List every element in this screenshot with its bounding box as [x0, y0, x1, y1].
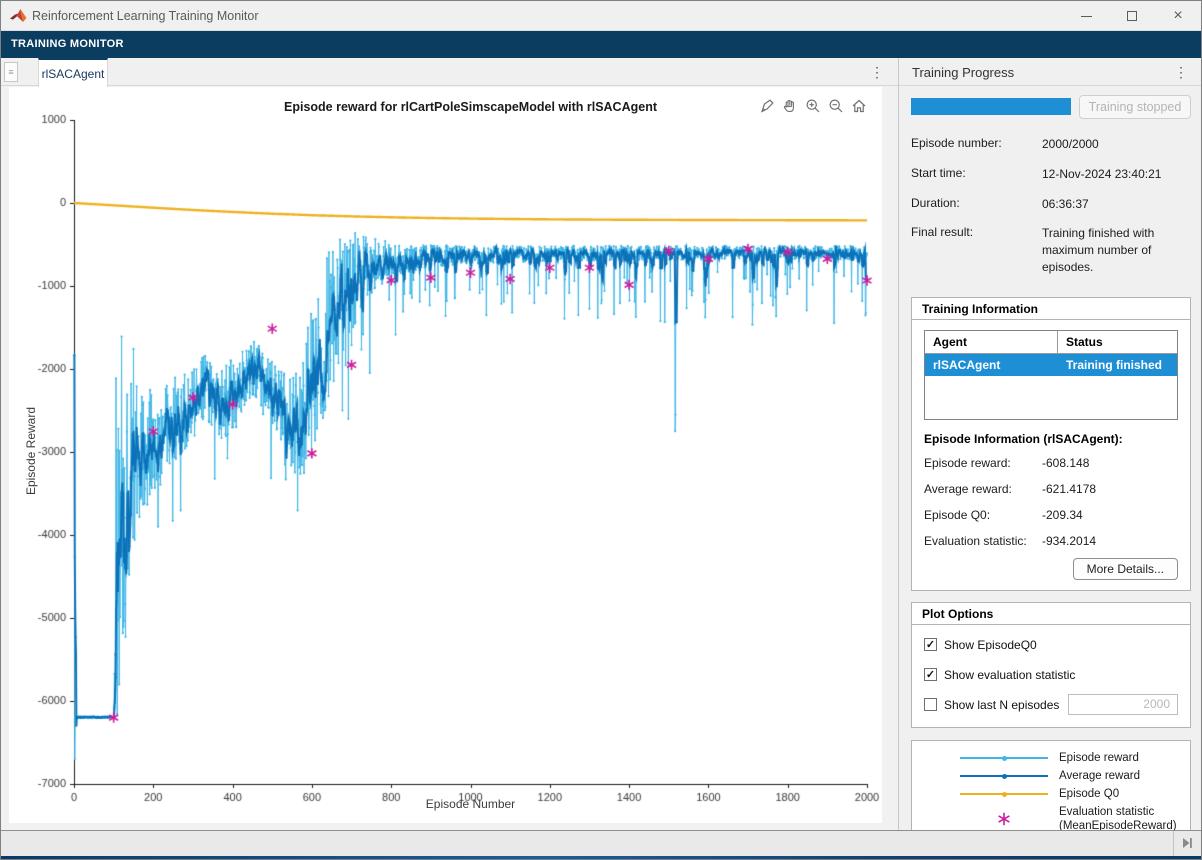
ribbon-tab-training-monitor[interactable]: TRAINING MONITOR [11, 38, 124, 50]
field-value: -209.34 [1042, 508, 1178, 522]
agent-table: Agent Status rlSACAgent Training finishe… [924, 330, 1178, 420]
checkbox-label: Show evaluation statistic [944, 668, 1075, 682]
last-n-episodes-input[interactable] [1068, 694, 1178, 715]
window-title: Reinforcement Learning Training Monitor [32, 9, 259, 23]
col-header-agent: Agent [925, 331, 1058, 354]
legend-card: Episode reward Average reward Episode Q0 Ev… [911, 740, 1191, 830]
legend-item: Evaluation statistic(MeanEpisodeReward) [912, 805, 1190, 830]
legend-item: Episode Q0 [912, 787, 1190, 802]
legend-line-sample [958, 757, 1050, 759]
chart-title: Episode reward for rlCartPoleSimscapeMod… [74, 100, 867, 114]
tab-list-icon[interactable]: ≡ [4, 62, 18, 82]
field-value: -621.4178 [1042, 482, 1178, 496]
field-label: Episode Q0: [924, 508, 1042, 522]
pan-hand-icon[interactable] [780, 96, 799, 115]
progress-bar-fill [911, 98, 1071, 115]
field-value: 12-Nov-2024 23:40:21 [1042, 166, 1191, 183]
legend-line-sample [958, 775, 1050, 777]
field-label: Duration: [911, 196, 1042, 213]
option-show-evaluation-statistic: ✓ Show evaluation statistic [924, 665, 1178, 685]
training-information-title: Training Information [912, 298, 1190, 320]
legend-item: Episode reward [912, 751, 1190, 766]
episode-info-fields: Episode reward: -608.148 Average reward:… [924, 456, 1178, 548]
training-progress-panel: Training stopped Episode number: 2000/20… [899, 86, 1201, 830]
plot-options-card: Plot Options ✓ Show EpisodeQ0 ✓ Show eva… [911, 602, 1191, 728]
brush-icon[interactable] [757, 96, 776, 115]
checkbox-label: Show EpisodeQ0 [944, 638, 1037, 652]
status-cell: Training finished [1058, 354, 1177, 376]
show-last-n-episodes-checkbox[interactable] [924, 698, 937, 711]
episode-info-title: Episode Information (rlSACAgent): [924, 432, 1178, 446]
panel-menu-icon[interactable]: ⋮ [1174, 65, 1188, 79]
progress-fields: Episode number: 2000/2000 Start time: 12… [911, 136, 1191, 276]
x-axis-label: Episode Number [74, 797, 867, 811]
show-evaluation-statistic-checkbox[interactable]: ✓ [924, 668, 937, 681]
training-stopped-button[interactable]: Training stopped [1079, 95, 1191, 119]
panel-title: Training Progress [912, 65, 1014, 80]
field-label: Evaluation statistic: [924, 534, 1042, 548]
checkbox-label: Show last N episodes [944, 698, 1059, 712]
strip-divider [1173, 831, 1174, 856]
progress-row: Training stopped [911, 94, 1191, 120]
legend-label: Episode Q0 [1059, 787, 1119, 801]
legend-item: Average reward [912, 769, 1190, 784]
field-label: Average reward: [924, 482, 1042, 496]
table-header-row: Agent Status [925, 331, 1177, 354]
zoom-out-icon[interactable] [826, 96, 845, 115]
minimize-button[interactable] [1063, 1, 1109, 31]
desktop-edge [1, 856, 1201, 859]
legend-asterisk-sample [958, 811, 1050, 827]
plot-options-title: Plot Options [912, 603, 1190, 625]
tabstrip-menu-icon[interactable]: ⋮ [870, 65, 884, 79]
option-show-last-n-episodes: Show last N episodes [924, 695, 1178, 715]
skip-to-end-icon[interactable] [1180, 836, 1194, 855]
document-tabstrip: ≡ rlSACAgent ⋮ [1, 58, 898, 86]
zoom-in-icon[interactable] [803, 96, 822, 115]
maximize-button[interactable] [1109, 1, 1155, 31]
field-label: Episode reward: [924, 456, 1042, 470]
reward-plot-canvas[interactable] [9, 87, 882, 823]
close-button[interactable]: × [1155, 1, 1201, 31]
ribbon: TRAINING MONITOR [1, 31, 1201, 58]
matlab-logo-icon [10, 8, 27, 29]
field-label: Start time: [911, 166, 1042, 183]
figure: Episode reward for rlCartPoleSimscapeMod… [9, 87, 882, 823]
field-value: -934.2014 [1042, 534, 1178, 548]
training-information-card: Training Information Agent Status rlSACA… [911, 297, 1191, 591]
legend-label: Episode reward [1059, 751, 1139, 765]
titlebar: Reinforcement Learning Training Monitor … [1, 1, 1201, 31]
home-icon[interactable] [849, 96, 868, 115]
field-value: Training finished with maximum number of… [1042, 225, 1191, 275]
field-label: Episode number: [911, 136, 1042, 153]
field-value: 06:36:37 [1042, 196, 1191, 213]
tab-rlsacagent[interactable]: rlSACAgent [38, 58, 108, 87]
legend-line-sample [958, 793, 1050, 795]
field-value: 2000/2000 [1042, 136, 1191, 153]
col-header-status: Status [1058, 331, 1177, 354]
agent-cell: rlSACAgent [925, 354, 1058, 376]
app-window: Reinforcement Learning Training Monitor … [0, 0, 1202, 860]
training-progress-header: Training Progress ⋮ [899, 58, 1201, 86]
option-show-episodeq0: ✓ Show EpisodeQ0 [924, 635, 1178, 655]
table-empty-area [925, 376, 1177, 419]
field-label: Final result: [911, 225, 1042, 275]
legend-label: Average reward [1059, 769, 1140, 783]
more-details-button[interactable]: More Details... [1073, 558, 1178, 580]
legend-label: Evaluation statistic(MeanEpisodeReward) [1059, 805, 1177, 830]
show-episodeq0-checkbox[interactable]: ✓ [924, 638, 937, 651]
chart-document-area: Episode reward for rlCartPoleSimscapeMod… [1, 86, 898, 830]
axes-toolbar [757, 96, 868, 115]
progress-bar [911, 98, 1071, 115]
table-row[interactable]: rlSACAgent Training finished [925, 354, 1177, 376]
field-value: -608.148 [1042, 456, 1178, 470]
horizontal-scroll-strip[interactable] [1, 830, 1201, 856]
y-axis-label: Episode Reward [24, 301, 38, 601]
